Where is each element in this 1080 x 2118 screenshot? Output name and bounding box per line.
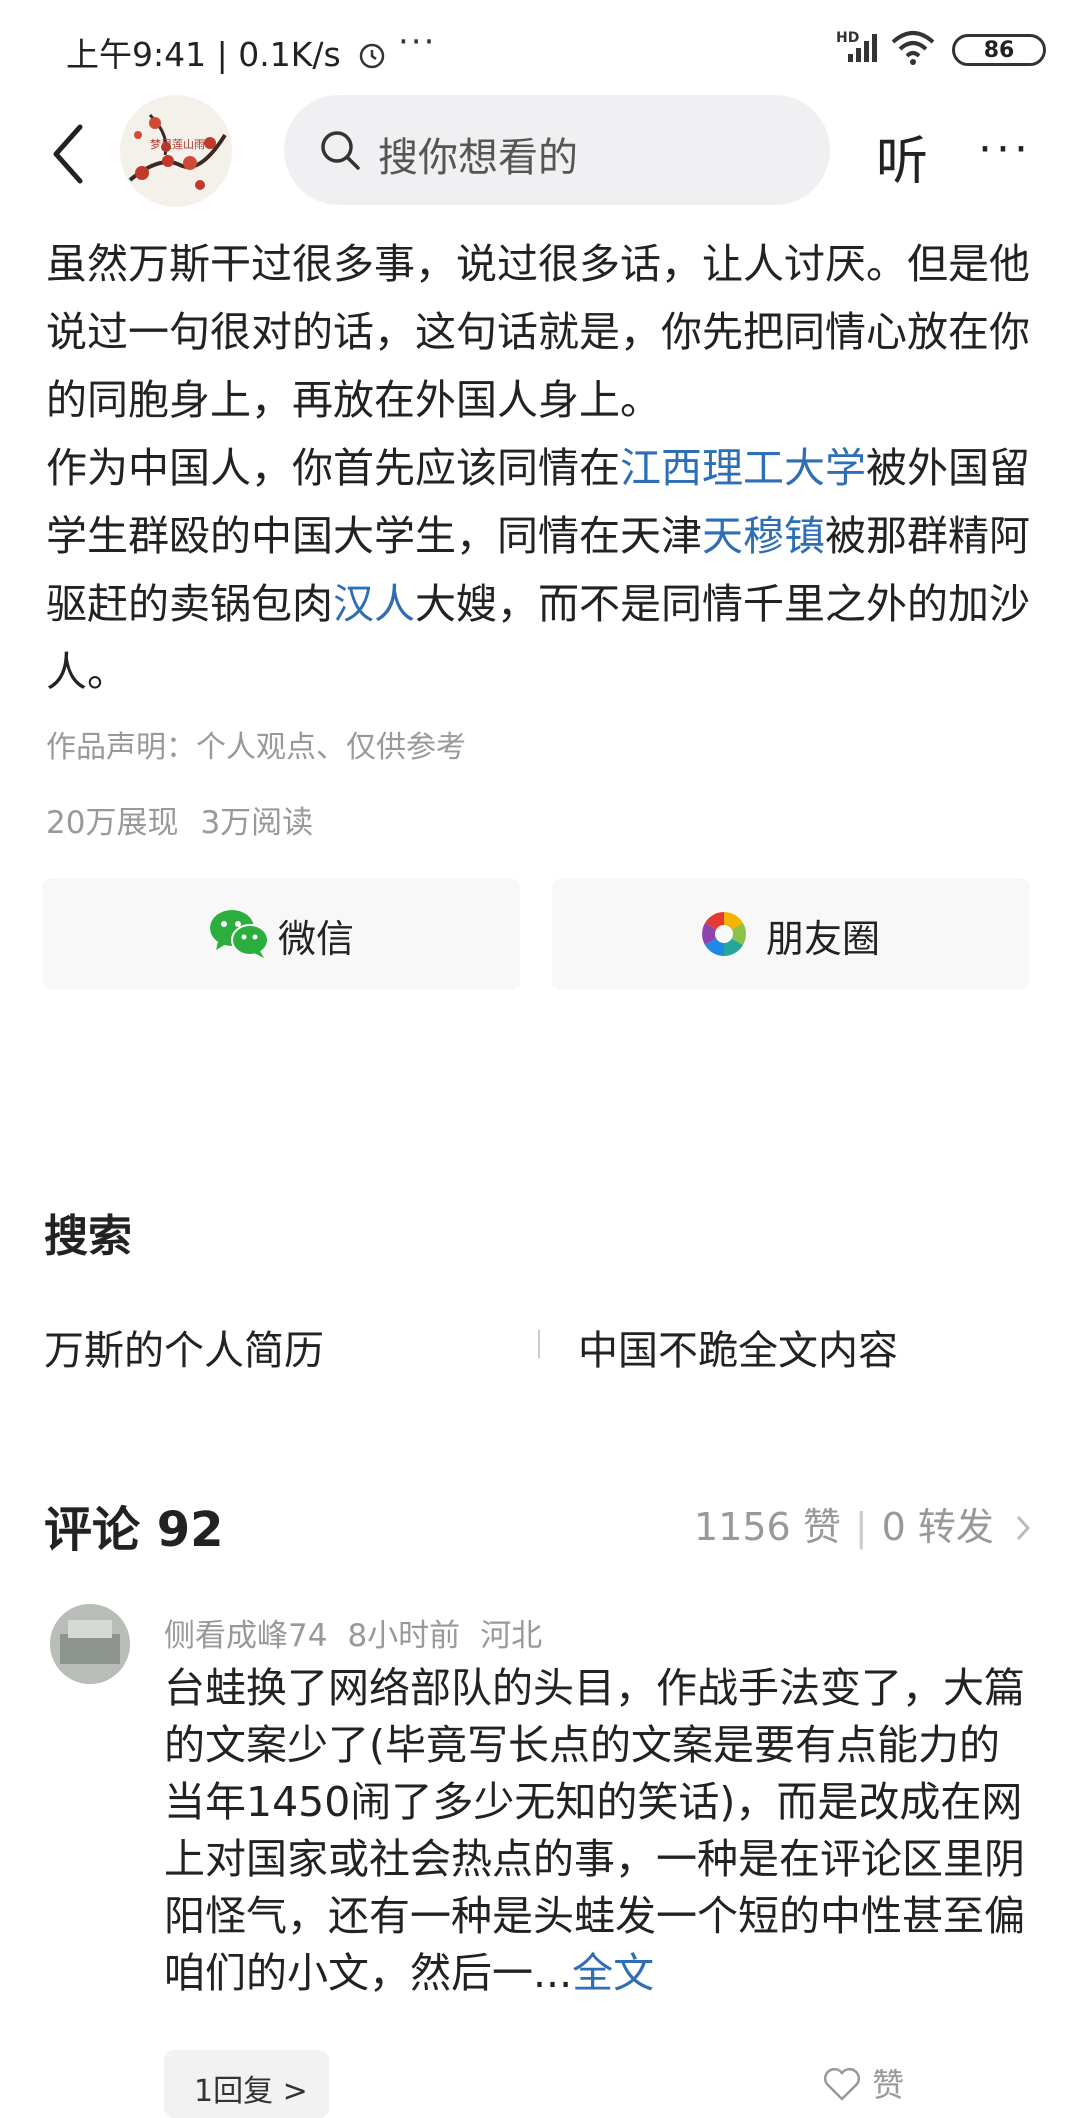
- more-options-icon[interactable]: ···: [978, 128, 1032, 172]
- status-time-speed: 上午9:41 | 0.1K/s: [66, 28, 387, 76]
- author-avatar[interactable]: 梦里莲山雨: [120, 95, 232, 207]
- article-body: 虽然万斯干过很多事，说过很多话，让人讨厌。但是他说过一句很对的话，这句话就是，你…: [46, 230, 1036, 706]
- article-paragraph: 虽然万斯干过很多事，说过很多话，让人讨厌。但是他说过一句很对的话，这句话就是，你…: [46, 240, 1030, 424]
- search-suggestion[interactable]: 中国不跪全文内容: [578, 1318, 898, 1376]
- back-arrow-icon[interactable]: [44, 119, 94, 189]
- work-disclaimer: 作品声明：个人观点、仅供参考: [46, 730, 466, 765]
- chevron-right-icon: [1016, 1515, 1031, 1541]
- impressions-count: 20万展现: [46, 805, 179, 841]
- alarm-icon: [359, 43, 385, 69]
- moments-icon: [702, 912, 746, 956]
- comment-text-content: 台蛙换了网络部队的头目，作战手法变了，大篇的文案少了(毕竟写长点的文案是要有点能…: [164, 1664, 1025, 1997]
- comment-location: 河北: [480, 1618, 543, 1654]
- topic-link-han[interactable]: 汉人: [333, 580, 415, 628]
- commenter-avatar[interactable]: [50, 1604, 130, 1684]
- status-more-icon: ···: [398, 22, 437, 62]
- likes-count: 1156 赞: [694, 1505, 841, 1549]
- network-speed: 0.1K/s: [238, 35, 341, 74]
- avatar-image: [50, 1604, 130, 1684]
- forwards-count: 0 转发: [881, 1505, 994, 1549]
- listen-button[interactable]: 听: [876, 119, 928, 194]
- search-placeholder: 搜你想看的: [378, 135, 578, 181]
- battery-indicator: 86: [952, 34, 1046, 66]
- search-icon: [321, 131, 360, 170]
- wifi-icon: [891, 31, 935, 65]
- share-wechat-button[interactable]: 微信: [42, 878, 520, 990]
- article-paragraph: 作为中国人，你首先应该同情在江西理工大学被外国留学生群殴的中国大学生，同情在天津…: [46, 444, 1030, 696]
- comment-like-button[interactable]: 赞: [822, 2060, 904, 2106]
- reply-count-label: 1回复 >: [194, 2074, 308, 2109]
- share-moments-button[interactable]: 朋友圈: [552, 878, 1030, 990]
- avatar-caption: 梦里莲山雨: [150, 138, 205, 151]
- like-label: 赞: [872, 2066, 905, 2104]
- status-time: 上午9:41: [66, 35, 207, 74]
- expand-fulltext-link[interactable]: 全文: [572, 1949, 654, 1997]
- topic-link-tianmu[interactable]: 天穆镇: [702, 512, 825, 560]
- topic-link-jxust[interactable]: 江西理工大学: [620, 444, 866, 492]
- share-wechat-label: 微信: [278, 917, 355, 961]
- comments-header: 评论 92: [44, 1502, 224, 1558]
- suggestion-divider: [538, 1330, 540, 1358]
- comment-text: 台蛙换了网络部队的头目，作战手法变了，大篇的文案少了(毕竟写长点的文案是要有点能…: [164, 1660, 1034, 2002]
- share-moments-label: 朋友圈: [766, 917, 881, 961]
- comment-meta-line: 侧看成峰74 8小时前 河北: [164, 1610, 562, 1655]
- heart-icon: [824, 2068, 860, 2101]
- search-input[interactable]: 搜你想看的: [284, 95, 830, 205]
- top-nav-bar: 梦里莲山雨 搜你想看的 听 ···: [0, 95, 1080, 215]
- comments-meta[interactable]: 1156 赞 | 0 转发: [694, 1496, 1032, 1551]
- comment-username[interactable]: 侧看成峰74: [164, 1618, 327, 1654]
- reply-count-button[interactable]: 1回复 >: [164, 2050, 329, 2118]
- wechat-icon: [210, 910, 269, 958]
- search-section-title: 搜索: [44, 1211, 132, 1262]
- status-bar: 上午9:41 | 0.1K/s ··· HD 86: [0, 0, 1080, 95]
- signal-icon: [848, 34, 877, 62]
- reads-count: 3万阅读: [200, 805, 314, 841]
- article-stats: 20万展现 3万阅读: [46, 797, 335, 842]
- comment-time: 8小时前: [347, 1618, 461, 1654]
- search-suggestion[interactable]: 万斯的个人简历: [44, 1318, 324, 1376]
